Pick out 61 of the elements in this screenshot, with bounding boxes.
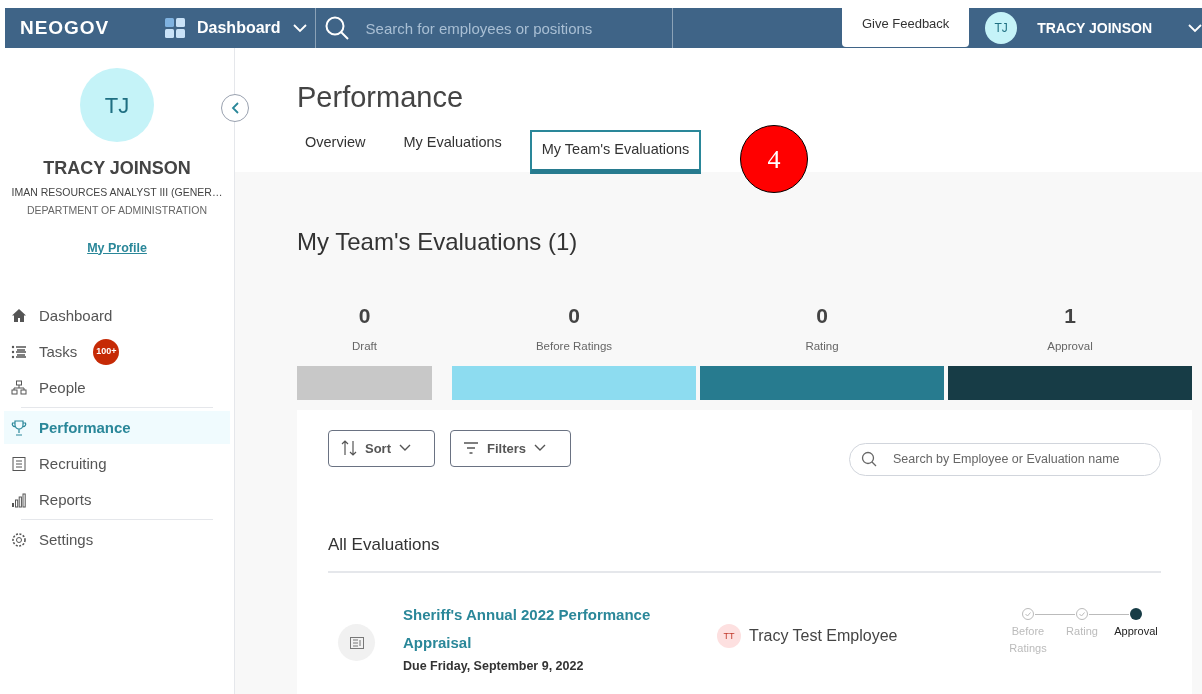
stage-label: Approval (1047, 338, 1093, 354)
sort-icon (341, 440, 357, 457)
settings-icon (11, 531, 27, 548)
due-date: Due Friday, September 9, 2022 (403, 658, 585, 676)
nav-item[interactable]: Settings (4, 523, 230, 557)
section-title: My Team's Evaluations (1) (297, 227, 579, 257)
stage-label: Before Ratings (535, 338, 613, 354)
department: DEPARTMENT OF ADMINISTRATION (26, 202, 208, 218)
evaluation-search-field[interactable]: Search by Employee or Evaluation name (849, 442, 1161, 476)
clipboard-icon (11, 455, 27, 472)
nav-item[interactable]: Reports (4, 483, 230, 517)
step-label: Approval (1114, 624, 1158, 640)
chevron-down-icon (1188, 23, 1202, 33)
nav-item[interactable]: People (4, 371, 230, 405)
filter-icon (463, 441, 479, 456)
stage-count: 0 (358, 303, 371, 329)
page-title: Performance (297, 80, 464, 115)
stage-label: Rating (805, 338, 839, 354)
employee-name: Tracy Test Employee (749, 626, 898, 647)
chevron-down-icon (292, 23, 307, 33)
user-avatar: TJ (985, 12, 1018, 44)
employee-avatar: TT (717, 624, 741, 649)
nav-item[interactable]: Dashboard (4, 299, 230, 333)
search-icon (323, 15, 350, 41)
nav-item[interactable]: Performance (4, 411, 230, 445)
nav-item[interactable]: Recruiting (4, 447, 230, 481)
document-icon (338, 624, 375, 662)
org-chart-icon (11, 379, 27, 396)
filters-button[interactable]: Filters (450, 429, 571, 467)
home-icon (11, 307, 27, 324)
chevron-down-icon (534, 444, 546, 453)
search-icon (861, 450, 877, 467)
tab[interactable]: My Evaluations (393, 129, 512, 174)
chevron-down-icon (399, 444, 411, 453)
grid-icon (165, 18, 185, 38)
chevron-left-icon (231, 102, 239, 114)
evaluation-title-link[interactable]: Sheriff's Annual 2022 Performance Appraisal (403, 601, 673, 658)
sort-button[interactable]: Sort (328, 429, 435, 467)
bar-chart-icon (11, 491, 27, 508)
profile-name: TRACY JOINSON (43, 157, 191, 180)
logo[interactable]: NEOGOV (20, 13, 165, 43)
nav-item[interactable]: Tasks 100+ (4, 335, 230, 369)
list-icon (11, 343, 27, 360)
step-callout: 4 (740, 125, 808, 193)
count-badge: 100+ (93, 338, 120, 365)
profile-avatar: TJ (80, 68, 154, 142)
stage-count: 0 (816, 303, 828, 329)
stage-count: 1 (1064, 303, 1076, 329)
user-menu[interactable]: TJ TRACY JOINSON (985, 8, 1202, 48)
trophy-icon (11, 419, 27, 436)
job-title: IMAN RESOURCES ANALYST III (GENER… (11, 185, 223, 200)
step-label: Rating (1066, 624, 1098, 640)
search-input[interactable]: Search for employees or positions (365, 16, 656, 40)
step-label: Before Ratings (1008, 624, 1048, 657)
stage-count: 0 (568, 303, 580, 329)
collapse-button[interactable] (221, 94, 249, 122)
stage-label: Draft (352, 338, 377, 354)
my-profile-link[interactable]: My Profile (87, 238, 147, 258)
tab[interactable]: Overview (295, 129, 376, 174)
list-title: All Evaluations (328, 531, 1161, 574)
current-step-dot (1129, 607, 1143, 622)
